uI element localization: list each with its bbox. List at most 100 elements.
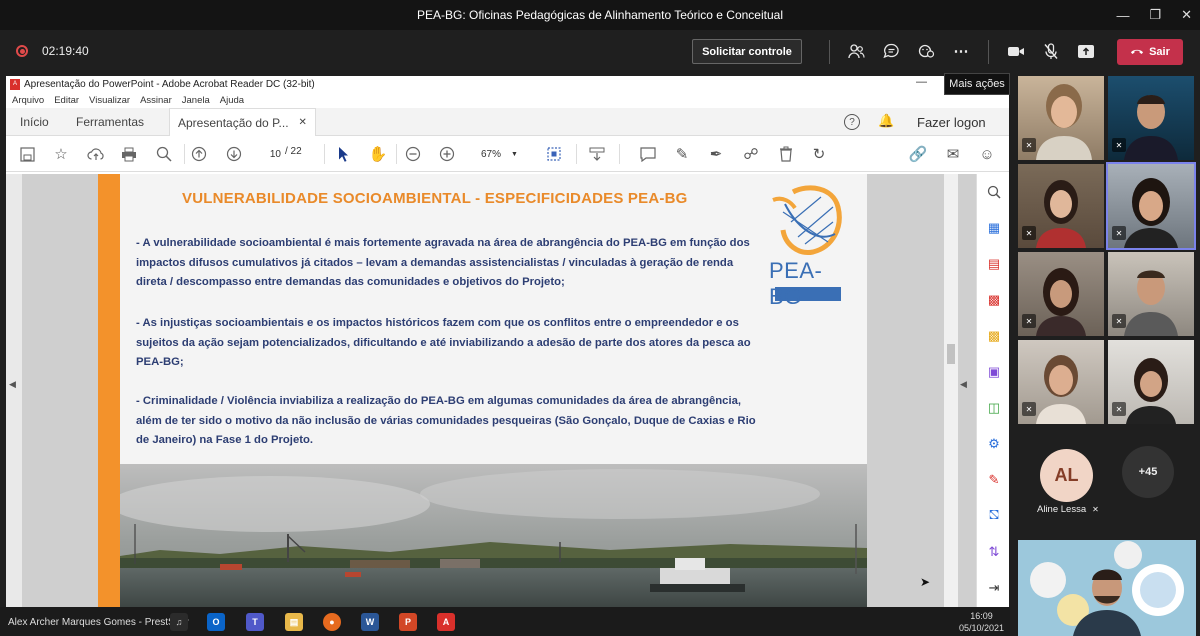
- scan-ocr-icon[interactable]: ⚙: [984, 434, 1004, 454]
- zoom-out-icon[interactable]: [403, 145, 423, 163]
- file-explorer-icon[interactable]: ▤: [285, 613, 303, 631]
- participant-video-tile[interactable]: ✕: [1108, 252, 1194, 336]
- camera-icon[interactable]: [1005, 40, 1027, 62]
- create-pdf-icon[interactable]: ▤: [984, 254, 1004, 274]
- chat-icon[interactable]: [880, 40, 902, 62]
- rotate-icon[interactable]: ↻: [809, 145, 829, 163]
- zoom-value: 67%: [481, 148, 502, 160]
- word-icon[interactable]: W: [361, 613, 379, 631]
- notifications-bell-icon[interactable]: 🔔: [878, 113, 894, 129]
- select-cursor-icon[interactable]: [334, 145, 354, 163]
- acrobat-pdf-icon: A: [10, 78, 20, 90]
- participant-video-tile-speaking[interactable]: ✕: [1106, 162, 1196, 250]
- search-icon[interactable]: [984, 182, 1004, 202]
- vertical-scrollbar[interactable]: [944, 174, 958, 607]
- participant-video-tile[interactable]: ✕: [1018, 164, 1104, 248]
- participant-avatar[interactable]: AL: [1040, 449, 1093, 502]
- participant-video-tile[interactable]: ✕: [1108, 76, 1194, 160]
- previous-page-icon[interactable]: [189, 145, 209, 163]
- reactions-icon[interactable]: [915, 40, 937, 62]
- comment-tool-icon[interactable]: ▩: [984, 326, 1004, 346]
- print-icon[interactable]: [119, 145, 139, 163]
- document-viewer[interactable]: ◀ VULNERABILIDADE SOCIOAMBIENTAL - ESPEC…: [6, 174, 976, 607]
- hand-tool-icon[interactable]: ✋: [368, 145, 388, 163]
- combine-files-icon[interactable]: ▣: [984, 362, 1004, 382]
- powerpoint-icon[interactable]: P: [399, 613, 417, 631]
- minimize-icon[interactable]: —: [1116, 8, 1129, 23]
- phone-hangup-icon: [1130, 46, 1144, 58]
- stamp-icon[interactable]: ☍: [741, 145, 761, 163]
- organize-pages-icon[interactable]: ◫: [984, 398, 1004, 418]
- menu-item-ajuda[interactable]: Ajuda: [220, 95, 244, 106]
- participant-video-tile[interactable]: ✕: [1018, 252, 1104, 336]
- participant-video: [1124, 95, 1178, 160]
- close-icon[interactable]: ✕: [1181, 7, 1192, 23]
- mic-muted-icon: ✕: [1092, 505, 1099, 514]
- participant-video-tile[interactable]: ✕: [1018, 76, 1104, 160]
- mic-muted-icon[interactable]: [1040, 40, 1062, 62]
- page-number-input[interactable]: 10: [259, 146, 281, 162]
- comment-icon[interactable]: [638, 145, 658, 163]
- share-user-icon[interactable]: ☺: [977, 145, 997, 163]
- email-icon[interactable]: ✉: [943, 145, 963, 163]
- self-video-tile[interactable]: [1018, 540, 1196, 636]
- acrobat-title-bar: A Apresentação do PowerPoint - Adobe Acr…: [6, 76, 1009, 92]
- more-participants-button[interactable]: +45: [1122, 446, 1174, 498]
- bookmark-star-icon[interactable]: ☆: [51, 145, 71, 163]
- teams-taskbar-icon[interactable]: T: [246, 613, 264, 631]
- clock-time: 16:09: [970, 611, 993, 621]
- draw-icon[interactable]: ✒: [706, 145, 726, 163]
- save-icon[interactable]: [17, 145, 37, 163]
- tab-home[interactable]: Início: [20, 108, 49, 136]
- menu-item-editar[interactable]: Editar: [54, 95, 79, 106]
- delete-icon[interactable]: [776, 145, 796, 163]
- logo-text: PEA-BG: [769, 258, 823, 309]
- menu-item-arquivo[interactable]: Arquivo: [12, 95, 44, 106]
- self-video: [1030, 541, 1184, 636]
- mic-muted-icon: ✕: [1112, 138, 1126, 152]
- outlook-icon[interactable]: O: [207, 613, 225, 631]
- help-icon[interactable]: ?: [844, 114, 860, 130]
- fit-page-icon[interactable]: [544, 145, 564, 163]
- acrobat-taskbar-icon[interactable]: A: [437, 613, 455, 631]
- protect-shield-icon[interactable]: ⛞: [984, 506, 1004, 526]
- restore-icon[interactable]: ❐: [1149, 7, 1161, 23]
- highlight-pen-icon[interactable]: ✎: [672, 145, 692, 163]
- collapse-right-icon[interactable]: ◀: [960, 379, 967, 390]
- expand-left-icon: ◀: [9, 379, 16, 389]
- scrollbar-thumb[interactable]: [947, 344, 955, 364]
- tab-tools[interactable]: Ferramentas: [76, 108, 144, 136]
- scroll-mode-icon[interactable]: [587, 145, 607, 163]
- more-actions-icon[interactable]: ⋯: [950, 40, 972, 62]
- firefox-icon[interactable]: ●: [323, 613, 341, 631]
- more-tools-icon[interactable]: ⇅: [984, 542, 1004, 562]
- zoom-select[interactable]: 67% ▼: [476, 145, 532, 163]
- edit-pdf-icon[interactable]: ▩: [984, 290, 1004, 310]
- cloud-upload-icon[interactable]: [86, 145, 106, 163]
- link-edit-icon[interactable]: 🔗: [908, 145, 928, 163]
- menu-item-janela[interactable]: Janela: [182, 95, 210, 106]
- toolbar-separator: [396, 144, 397, 164]
- login-button[interactable]: Fazer logon: [917, 115, 986, 130]
- acrobat-minimize-icon[interactable]: —: [916, 76, 927, 88]
- left-panel-toggle[interactable]: ◀: [6, 174, 22, 607]
- menu-item-assinar[interactable]: Assinar: [140, 95, 172, 106]
- participants-icon[interactable]: [845, 40, 867, 62]
- collapse-pane-icon[interactable]: ⇥: [984, 578, 1004, 598]
- slide-paragraph-3: - Criminalidade / Violência inviabiliza …: [136, 395, 756, 446]
- menu-item-visualizar[interactable]: Visualizar: [89, 95, 130, 106]
- next-page-icon[interactable]: [224, 145, 244, 163]
- participant-video-tile[interactable]: ✕: [1108, 340, 1194, 424]
- window-title: PEA-BG: Oficinas Pedagógicas de Alinhame…: [417, 8, 783, 22]
- share-screen-icon[interactable]: [1075, 40, 1097, 62]
- leave-button[interactable]: Sair: [1117, 39, 1183, 65]
- export-pdf-icon[interactable]: ▦: [984, 218, 1004, 238]
- participant-video-tile[interactable]: ✕: [1018, 340, 1104, 424]
- request-control-button[interactable]: Solicitar controle: [692, 39, 802, 64]
- toolbar-separator: [576, 144, 577, 164]
- zoom-in-icon[interactable]: [437, 145, 457, 163]
- search-zoom-icon[interactable]: [154, 145, 174, 163]
- tab-close-icon[interactable]: ✕: [299, 117, 307, 128]
- tab-document[interactable]: Apresentação do P... ✕: [169, 108, 316, 136]
- fill-sign-icon[interactable]: ✎: [984, 470, 1004, 490]
